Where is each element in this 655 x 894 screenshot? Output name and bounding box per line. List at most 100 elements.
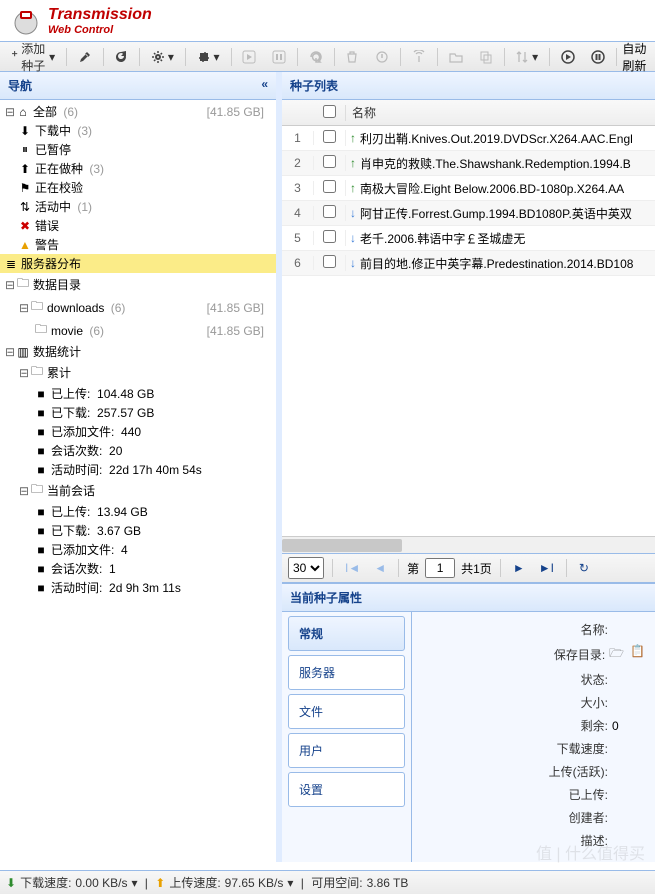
- row-checkbox[interactable]: [323, 180, 336, 193]
- nav-stats-session[interactable]: ⊟🗀当前会话: [0, 479, 276, 502]
- copy-button[interactable]: [472, 46, 500, 68]
- table-row[interactable]: 5 ↓老千.2006.韩语中字￡圣城虚无: [282, 226, 655, 251]
- pause-torrent-button[interactable]: [265, 46, 293, 68]
- collapse-nav-icon[interactable]: «: [261, 77, 268, 94]
- nav-warning[interactable]: ▲警告: [0, 235, 276, 254]
- tab-general[interactable]: 常规: [288, 616, 405, 651]
- seed-arrow-icon: ↑: [350, 181, 356, 195]
- prev-page-button[interactable]: ◄: [370, 561, 390, 575]
- tab-files[interactable]: 文件: [288, 694, 405, 729]
- start-button[interactable]: [71, 46, 99, 68]
- caret-down-icon[interactable]: ▾: [287, 876, 293, 890]
- settings-button[interactable]: ▾: [144, 46, 181, 68]
- dropdown-caret-icon: ▾: [214, 50, 220, 64]
- clipboard-icon[interactable]: 📋: [630, 644, 645, 665]
- reload-button[interactable]: ↻: [575, 561, 593, 575]
- remove-button[interactable]: [338, 46, 366, 68]
- start-all-button[interactable]: [554, 46, 582, 68]
- start-torrent-button[interactable]: [235, 46, 263, 68]
- table-row[interactable]: 2 ↑肖申克的救赎.The.Shawshank.Redemption.1994.…: [282, 151, 655, 176]
- horizontal-scrollbar[interactable]: [282, 536, 655, 553]
- open-folder-icon[interactable]: 🗁: [609, 644, 624, 665]
- row-checkbox[interactable]: [323, 205, 336, 218]
- download-icon: ⬇: [6, 876, 16, 890]
- field-name-label: 名称:: [422, 621, 612, 638]
- tab-settings[interactable]: 设置: [288, 772, 405, 807]
- nav-checking[interactable]: ⚑正在校验: [0, 178, 276, 197]
- first-page-button[interactable]: I◄: [341, 561, 364, 575]
- nav-stats-total[interactable]: ⊟🗀累计: [0, 361, 276, 384]
- row-checkbox[interactable]: [323, 230, 336, 243]
- nav-active[interactable]: ⇅活动中 (1): [0, 197, 276, 216]
- refresh-button[interactable]: [107, 46, 135, 68]
- plugins-button[interactable]: ▾: [190, 46, 227, 68]
- add-torrent-button[interactable]: 添加种子 ▾: [4, 46, 62, 68]
- row-number: 2: [282, 156, 314, 170]
- pause-icon: ⏸: [18, 142, 32, 157]
- location-button[interactable]: [442, 46, 470, 68]
- file-icon: ■: [34, 444, 48, 458]
- row-checkbox[interactable]: [323, 155, 336, 168]
- file-icon: ■: [34, 562, 48, 576]
- nav-title-bar: 导航 «: [0, 72, 276, 100]
- nav-datafolder[interactable]: ⊟🗀数据目录: [0, 273, 276, 296]
- nav-error[interactable]: ✖错误: [0, 216, 276, 235]
- nav-all[interactable]: ⊟⌂全部 (6)[41.85 GB]: [0, 102, 276, 121]
- pagesize-select[interactable]: 30: [288, 557, 324, 579]
- table-row[interactable]: 1 ↑利刃出鞘.Knives.Out.2019.DVDScr.X264.AAC.…: [282, 126, 655, 151]
- stat-sess-added: ■已添加文件: 4: [0, 540, 276, 559]
- stat-total-sessions: ■会话次数: 20: [0, 441, 276, 460]
- expand-icon[interactable]: ⊟: [18, 484, 30, 498]
- chart-icon: ▥: [16, 345, 30, 359]
- play-icon: [242, 50, 256, 64]
- folder-icon: 🗀: [30, 362, 44, 383]
- tab-servers[interactable]: 服务器: [288, 655, 405, 690]
- dropdown-caret-icon: ▾: [532, 50, 538, 64]
- col-name-header[interactable]: 名称: [346, 104, 655, 121]
- upload-icon: ⬆: [155, 876, 165, 890]
- folder-icon: 🗀: [30, 480, 44, 501]
- download-icon: ⬇: [18, 124, 32, 138]
- gear-icon: [151, 50, 165, 64]
- verify-torrent-button[interactable]: [368, 46, 396, 68]
- tab-users[interactable]: 用户: [288, 733, 405, 768]
- nav-seeding[interactable]: ⬆正在做种 (3): [0, 159, 276, 178]
- field-uploaded-label: 已上传:: [422, 786, 612, 803]
- nav-stats[interactable]: ⊟▥数据统计: [0, 342, 276, 361]
- page-input[interactable]: [425, 558, 455, 578]
- expand-icon[interactable]: ⊟: [4, 345, 16, 359]
- select-all-checkbox[interactable]: [323, 105, 336, 118]
- field-ulspeed-label: 上传(活跃):: [422, 763, 612, 780]
- file-icon: ■: [34, 505, 48, 519]
- pause-all-button[interactable]: [584, 46, 612, 68]
- expand-icon[interactable]: ⊟: [4, 105, 16, 119]
- announce-button[interactable]: [405, 46, 433, 68]
- table-row[interactable]: 6 ↓前目的地.修正中英字幕.Predestination.2014.BD108: [282, 251, 655, 276]
- expand-icon[interactable]: ⊟: [18, 366, 30, 380]
- next-page-button[interactable]: ►: [509, 561, 529, 575]
- row-checkbox[interactable]: [323, 255, 336, 268]
- file-icon: ■: [34, 406, 48, 420]
- expand-icon[interactable]: ⊟: [4, 278, 16, 292]
- flag-icon: ⚑: [18, 181, 32, 195]
- table-row[interactable]: 3 ↑南极大冒险.Eight Below.2006.BD-1080p.X264.…: [282, 176, 655, 201]
- nav-downloads-folder[interactable]: ⊟🗀downloads (6)[41.85 GB]: [0, 296, 276, 319]
- row-checkbox[interactable]: [323, 130, 336, 143]
- last-page-button[interactable]: ►I: [535, 561, 558, 575]
- nav-downloading[interactable]: ⬇下载中 (3): [0, 121, 276, 140]
- status-ul-value: 97.65 KB/s: [225, 876, 284, 890]
- queue-icon: [515, 50, 529, 64]
- table-row[interactable]: 4 ↓阿甘正传.Forrest.Gump.1994.BD1080P.英语中英双: [282, 201, 655, 226]
- dropdown-caret-icon: ▾: [49, 50, 55, 64]
- pause-icon: [272, 50, 286, 64]
- recheck-button[interactable]: [302, 46, 330, 68]
- nav-movie-folder[interactable]: 🗀movie (6)[41.85 GB]: [0, 319, 276, 342]
- main-toolbar: 添加种子 ▾ ▾ ▾ ▾ 自动刷新: [0, 42, 655, 72]
- expand-icon[interactable]: ⊟: [18, 301, 30, 315]
- nav-servers[interactable]: ≣服务器分布: [0, 254, 276, 273]
- caret-down-icon[interactable]: ▾: [131, 876, 137, 890]
- queue-button[interactable]: ▾: [508, 46, 545, 68]
- nav-paused[interactable]: ⏸已暂停: [0, 140, 276, 159]
- verify-icon: [375, 50, 389, 64]
- nav-panel: 导航 « ⊟⌂全部 (6)[41.85 GB] ⬇下载中 (3) ⏸已暂停 ⬆正…: [0, 72, 282, 862]
